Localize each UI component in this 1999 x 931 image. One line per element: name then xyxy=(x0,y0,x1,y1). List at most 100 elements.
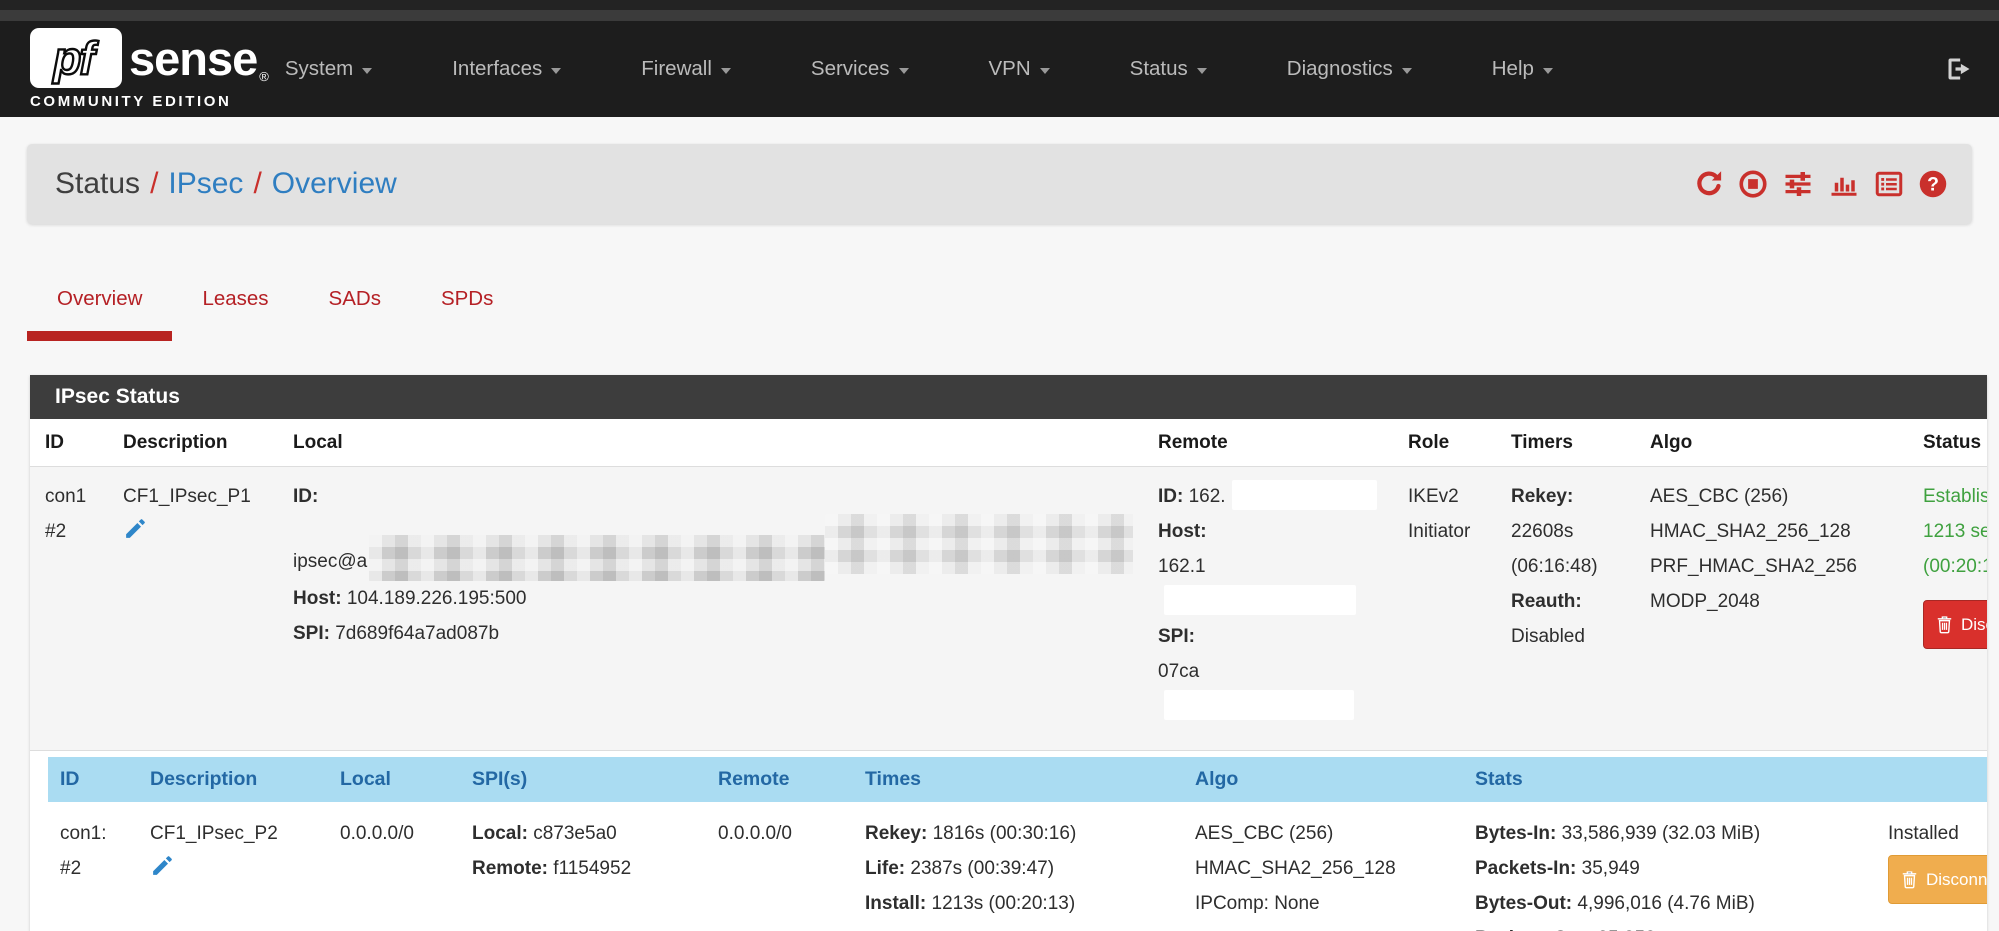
child-id-number: #2 xyxy=(60,851,138,886)
edit-pencil-icon[interactable] xyxy=(123,516,148,553)
menu-vpn-label: VPN xyxy=(989,57,1031,81)
ike-cell-id: con1 #2 xyxy=(30,467,108,751)
times-rekey-label: Rekey: xyxy=(865,823,927,844)
algo-cipher: AES_CBC (256) xyxy=(1650,479,1908,514)
child-header-algo: Algo xyxy=(1183,757,1451,802)
stop-icon[interactable] xyxy=(1738,169,1768,199)
tab-sads[interactable]: SADs xyxy=(299,281,411,341)
breadcrumb-bar: Status / IPsec / Overview xyxy=(27,144,1972,224)
child-local-network: 0.0.0.0/0 xyxy=(340,816,460,851)
disconnect-child-button[interactable]: Disconnect xyxy=(1888,855,1987,904)
remote-spi-value: 07ca xyxy=(1158,661,1199,682)
menu-help[interactable]: Help xyxy=(1492,57,1553,81)
ike-header-remote: Remote xyxy=(1143,419,1393,467)
main-menu: System Interfaces Firewall Services VPN … xyxy=(285,57,1553,81)
child-description: CF1_IPsec_P2 xyxy=(150,816,328,851)
breadcrumb-link-ipsec[interactable]: IPsec xyxy=(168,167,243,201)
table-scroll-area[interactable]: ID Description Local Remote Role Timers … xyxy=(30,419,1987,931)
pfsense-logo[interactable]: pf sense ® COMMUNITY EDITION xyxy=(30,28,269,110)
menu-help-label: Help xyxy=(1492,57,1534,81)
timers-reauth-label: Reauth: xyxy=(1511,584,1635,619)
timers-rekey-time: (06:16:48) xyxy=(1511,549,1635,584)
stats-bytes-in-label: Bytes-In: xyxy=(1475,823,1556,844)
child-algo-hmac: HMAC_SHA2_256_128 xyxy=(1195,851,1451,886)
chevron-down-icon xyxy=(1197,68,1207,74)
bar-chart-icon[interactable] xyxy=(1828,169,1860,199)
menu-diagnostics-label: Diagnostics xyxy=(1287,57,1393,81)
trash-icon xyxy=(1901,870,1918,889)
disconnect-button[interactable]: Disconnect xyxy=(1923,600,1987,649)
ike-header-id: ID xyxy=(30,419,108,467)
panel-title-text: IPsec Status xyxy=(55,385,180,409)
tab-spds-label: SPDs xyxy=(441,287,493,310)
menu-diagnostics[interactable]: Diagnostics xyxy=(1287,57,1412,81)
local-host-value: 104.189.226.195:500 xyxy=(347,588,527,609)
menu-firewall[interactable]: Firewall xyxy=(641,57,731,81)
local-spi-value: 7d689f64a7ad087b xyxy=(335,623,499,644)
spi-local-value: c873e5a0 xyxy=(533,823,616,844)
menu-vpn[interactable]: VPN xyxy=(989,57,1050,81)
menu-services[interactable]: Services xyxy=(811,57,909,81)
status-uptime: 1213 seconds xyxy=(1923,514,1987,549)
pfsense-logo-sense: sense xyxy=(129,31,257,86)
status-uptime-hms: (00:20:13) xyxy=(1923,549,1987,584)
tab-bar: Overview Leases SADs SPDs xyxy=(27,281,1972,341)
times-install-label: Install: xyxy=(865,893,926,914)
ipsec-status-panel: IPsec Status ID Description Local Remote… xyxy=(30,375,1987,931)
timers-rekey-label: Rekey: xyxy=(1511,479,1635,514)
sliders-icon[interactable] xyxy=(1782,169,1814,199)
child-header-times: Times xyxy=(853,757,1183,802)
ike-id-number: #2 xyxy=(45,514,108,549)
child-sa-cell: ID Description Local SPI(s) Remote Times… xyxy=(30,751,1987,931)
pfsense-logo-edition: COMMUNITY EDITION xyxy=(30,93,269,110)
spi-remote-label: Remote: xyxy=(472,858,548,879)
ike-header-local: Local xyxy=(278,419,1143,467)
stats-bytes-in-value: 33,586,939 (32.03 MiB) xyxy=(1562,823,1761,844)
redaction-block-white xyxy=(1164,585,1356,615)
child-cell-remote: 0.0.0.0/0 xyxy=(706,802,853,931)
sign-out-icon[interactable] xyxy=(1945,55,1973,83)
ike-cell-role: IKEv2 Initiator xyxy=(1393,467,1496,751)
tab-overview-label: Overview xyxy=(57,287,142,310)
tab-overview[interactable]: Overview xyxy=(27,281,172,341)
ike-id: con1 xyxy=(45,479,108,514)
redaction-block xyxy=(369,535,825,581)
help-icon[interactable]: ? xyxy=(1918,169,1948,199)
window-top-strip xyxy=(0,0,1999,10)
ike-cell-local: ID: ipsec@a Host: 104.189.226.195:500 SP… xyxy=(278,467,1143,751)
ike-header-timers: Timers xyxy=(1496,419,1635,467)
list-icon[interactable] xyxy=(1874,169,1904,199)
algo-prf: PRF_HMAC_SHA2_256 xyxy=(1650,549,1908,584)
chevron-down-icon xyxy=(362,68,372,74)
menu-services-label: Services xyxy=(811,57,890,81)
times-life-value: 2387s (00:39:47) xyxy=(910,858,1054,879)
disconnect-child-button-label: Disconnect xyxy=(1926,862,1987,897)
menu-system[interactable]: System xyxy=(285,57,372,81)
role-value: Initiator xyxy=(1408,514,1496,549)
status-established: Established xyxy=(1923,479,1987,514)
tab-spds[interactable]: SPDs xyxy=(411,281,523,341)
child-cell-local: 0.0.0.0/0 xyxy=(328,802,460,931)
stats-packets-in-label: Packets-In: xyxy=(1475,858,1576,879)
menu-status[interactable]: Status xyxy=(1130,57,1207,81)
ike-cell-algo: AES_CBC (256) HMAC_SHA2_256_128 PRF_HMAC… xyxy=(1635,467,1908,751)
breadcrumb-link-overview[interactable]: Overview xyxy=(272,167,397,201)
menu-interfaces-label: Interfaces xyxy=(452,57,542,81)
menu-interfaces[interactable]: Interfaces xyxy=(452,57,561,81)
pfsense-window: pf sense ® COMMUNITY EDITION System Inte… xyxy=(0,0,1999,931)
refresh-icon[interactable] xyxy=(1694,169,1724,199)
ike-cell-remote: ID: 162. Host: 162.1 SPI: 07ca xyxy=(1143,467,1393,751)
child-remote-network: 0.0.0.0/0 xyxy=(718,816,853,851)
ike-header-algo: Algo xyxy=(1635,419,1908,467)
stats-bytes-out-value: 4,996,016 (4.76 MiB) xyxy=(1577,893,1754,914)
breadcrumb-toolbar: ? xyxy=(1694,169,1948,199)
child-header-id: ID xyxy=(48,757,138,802)
tab-leases[interactable]: Leases xyxy=(172,281,298,341)
ike-header-row: ID Description Local Remote Role Timers … xyxy=(30,419,1987,467)
child-cell-id: con1: #2 xyxy=(48,802,138,931)
ike-cell-description: CF1_IPsec_P1 xyxy=(108,467,278,751)
local-id-label: ID: xyxy=(293,486,318,507)
pfsense-logo-pf: pf xyxy=(53,31,98,85)
edit-pencil-icon[interactable] xyxy=(150,853,175,890)
algo-hmac: HMAC_SHA2_256_128 xyxy=(1650,514,1908,549)
